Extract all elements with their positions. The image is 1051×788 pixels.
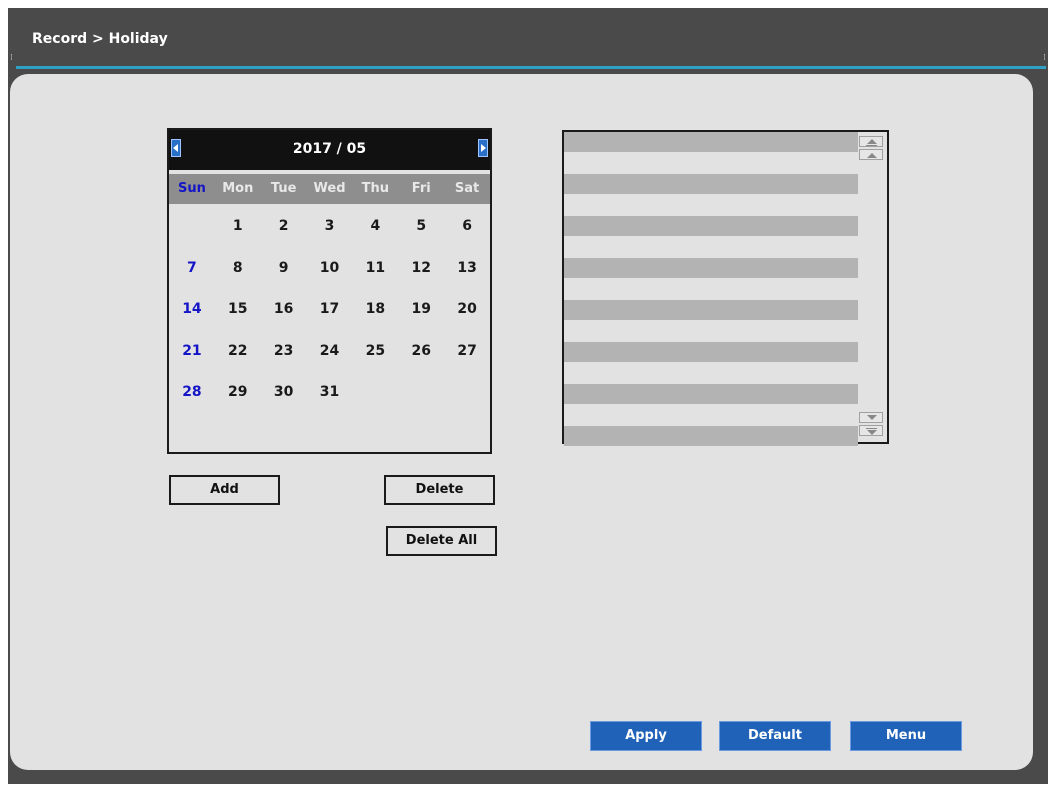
calendar-day[interactable]: 7 bbox=[169, 248, 215, 290]
calendar-day[interactable]: 6 bbox=[444, 206, 490, 248]
calendar-day[interactable]: 10 bbox=[307, 248, 353, 290]
list-item[interactable] bbox=[564, 174, 858, 194]
calendar-day bbox=[444, 372, 490, 414]
calendar-day[interactable]: 4 bbox=[352, 206, 398, 248]
triangle-right-icon bbox=[481, 144, 486, 152]
next-month-button[interactable] bbox=[478, 139, 488, 157]
scroll-up-button[interactable] bbox=[859, 149, 883, 160]
calendar-day[interactable]: 3 bbox=[307, 206, 353, 248]
calendar-day[interactable]: 9 bbox=[261, 248, 307, 290]
default-button[interactable]: Default bbox=[719, 721, 831, 751]
scroll-down-button[interactable] bbox=[859, 412, 883, 423]
list-item[interactable] bbox=[564, 300, 858, 320]
calendar-day[interactable]: 28 bbox=[169, 372, 215, 414]
calendar-day[interactable]: 18 bbox=[352, 289, 398, 331]
weekday-mon: Mon bbox=[222, 181, 254, 196]
calendar-day[interactable]: 21 bbox=[169, 331, 215, 373]
calendar-day[interactable]: 5 bbox=[398, 206, 444, 248]
menu-button[interactable]: Menu bbox=[850, 721, 962, 751]
calendar-day[interactable]: 11 bbox=[352, 248, 398, 290]
calendar-day[interactable]: 12 bbox=[398, 248, 444, 290]
calendar-day[interactable]: 14 bbox=[169, 289, 215, 331]
weekday-tue: Tue bbox=[270, 181, 297, 196]
calendar-day-grid: 1 2 3 4 5 6 7 8 9 10 11 12 13 14 15 16 1… bbox=[169, 206, 490, 414]
delete-button[interactable]: Delete bbox=[384, 475, 495, 505]
calendar-month-label: 2017 / 05 bbox=[292, 141, 367, 157]
list-item[interactable] bbox=[564, 342, 858, 362]
weekday-thu: Thu bbox=[361, 181, 390, 196]
calendar-day[interactable]: 1 bbox=[215, 206, 261, 248]
calendar-day[interactable]: 2 bbox=[261, 206, 307, 248]
scroll-up-icon bbox=[867, 139, 877, 144]
list-item[interactable] bbox=[564, 132, 858, 152]
weekday-sat: Sat bbox=[454, 181, 480, 196]
holiday-list[interactable] bbox=[562, 130, 889, 446]
list-item[interactable] bbox=[564, 384, 858, 404]
calendar-day[interactable]: 27 bbox=[444, 331, 490, 373]
calendar-header: 2017 / 05 bbox=[169, 130, 490, 170]
calendar-day[interactable]: 29 bbox=[215, 372, 261, 414]
calendar-weekday-header: Sun Mon Tue Wed Thu Fri Sat bbox=[169, 174, 490, 204]
calendar-day bbox=[352, 372, 398, 414]
grip-right-icon: ⁞ bbox=[1043, 53, 1046, 63]
calendar-day[interactable]: 16 bbox=[261, 289, 307, 331]
weekday-fri: Fri bbox=[411, 181, 431, 196]
title-bar: Record > Holiday bbox=[8, 8, 1048, 64]
calendar-day[interactable]: 8 bbox=[215, 248, 261, 290]
calendar-day[interactable]: 30 bbox=[261, 372, 307, 414]
calendar-day[interactable]: 31 bbox=[307, 372, 353, 414]
delete-all-button[interactable]: Delete All bbox=[386, 526, 497, 556]
calendar-day[interactable]: 22 bbox=[215, 331, 261, 373]
calendar-day[interactable]: 24 bbox=[307, 331, 353, 373]
title-divider bbox=[16, 66, 1046, 69]
list-item[interactable] bbox=[564, 216, 858, 236]
calendar-day[interactable]: 23 bbox=[261, 331, 307, 373]
add-button[interactable]: Add bbox=[169, 475, 280, 505]
calendar-day[interactable]: 13 bbox=[444, 248, 490, 290]
page-title: Record > Holiday bbox=[32, 31, 168, 47]
list-item[interactable] bbox=[564, 426, 858, 446]
scroll-page-up-button[interactable] bbox=[859, 136, 883, 147]
weekday-wed: Wed bbox=[313, 181, 346, 196]
calendar-day[interactable]: 15 bbox=[215, 289, 261, 331]
holiday-calendar: 2017 / 05 Sun Mon Tue Wed Thu Fri Sat 1 … bbox=[167, 128, 492, 454]
calendar-day bbox=[398, 372, 444, 414]
calendar-day[interactable]: 26 bbox=[398, 331, 444, 373]
apply-button[interactable]: Apply bbox=[590, 721, 702, 751]
calendar-day[interactable]: 25 bbox=[352, 331, 398, 373]
scroll-up-icon bbox=[867, 153, 877, 158]
weekday-sun: Sun bbox=[177, 181, 206, 196]
list-item[interactable] bbox=[564, 258, 858, 278]
calendar-day[interactable]: 17 bbox=[307, 289, 353, 331]
grip-left-icon: ⁞ bbox=[10, 53, 13, 63]
calendar-day[interactable]: 20 bbox=[444, 289, 490, 331]
scroll-down-icon bbox=[867, 415, 877, 420]
calendar-day[interactable]: 19 bbox=[398, 289, 444, 331]
scroll-down-icon bbox=[867, 430, 877, 435]
scroll-page-down-button[interactable] bbox=[859, 425, 883, 436]
calendar-day bbox=[169, 206, 215, 248]
